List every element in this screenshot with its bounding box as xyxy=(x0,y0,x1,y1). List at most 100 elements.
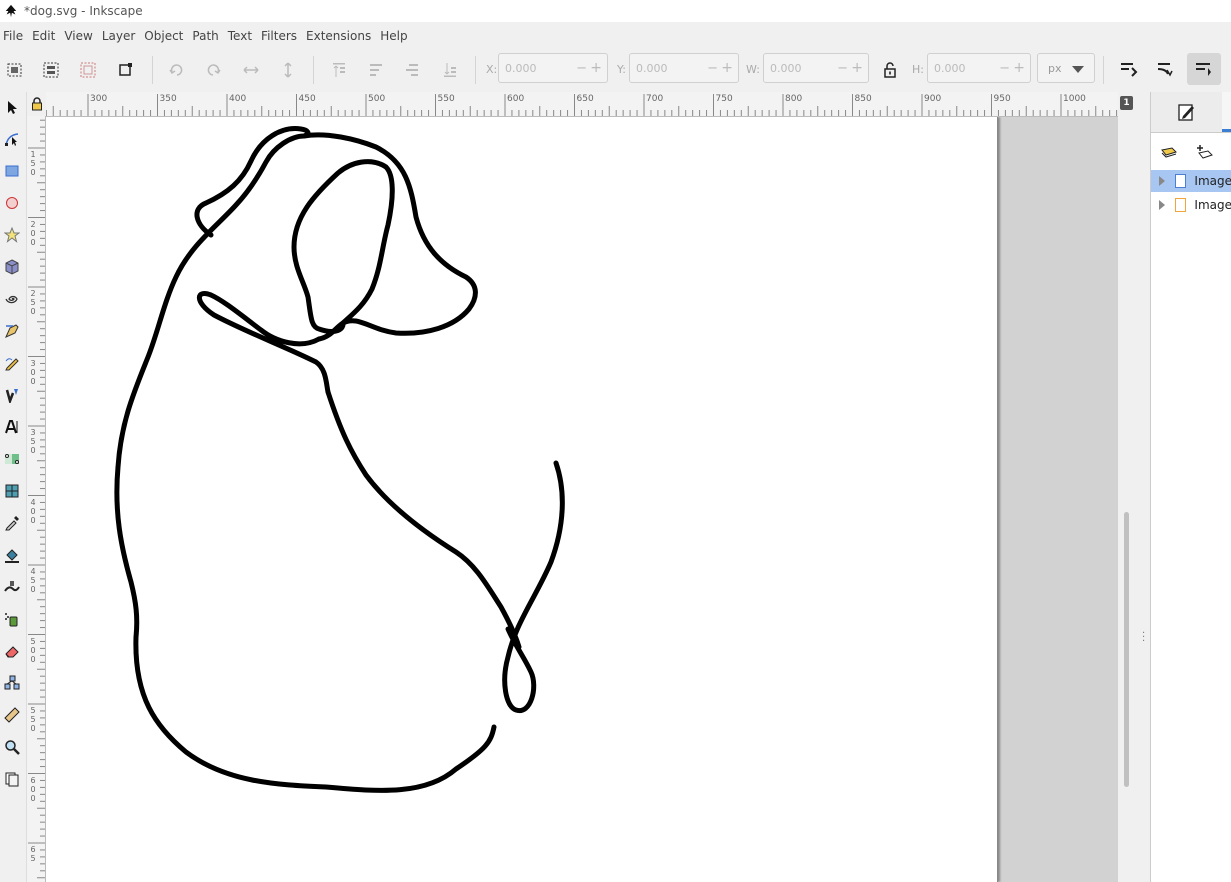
ruler-tick-label: 600 xyxy=(507,94,525,104)
w-increment[interactable]: + xyxy=(851,60,863,76)
ruler-tick-label: 550 xyxy=(437,94,455,104)
dropper-tool[interactable] xyxy=(1,510,23,536)
rectangle-tool[interactable] xyxy=(1,158,23,184)
raise-button[interactable] xyxy=(364,58,388,82)
ruler-tick-label: 900 xyxy=(924,94,942,104)
node-tool[interactable] xyxy=(1,126,23,152)
h-decrement[interactable]: − xyxy=(999,61,1010,76)
scrollbar-thumb[interactable] xyxy=(1124,512,1129,787)
pages-icon xyxy=(5,772,19,787)
ruler-tick-label: 700 xyxy=(646,94,664,104)
connector-tool[interactable] xyxy=(1,670,23,696)
menu-layer[interactable]: Layer xyxy=(100,29,141,43)
x-decrement[interactable]: − xyxy=(576,61,587,76)
expand-arrow-icon[interactable] xyxy=(1159,176,1165,186)
move-gradients-button[interactable] xyxy=(1187,53,1221,85)
guides-lock-button[interactable] xyxy=(27,92,46,116)
vertical-ruler[interactable]: 150 200 250 300 350 400 450 500 550 600 65 xyxy=(27,116,46,882)
pen-tool[interactable] xyxy=(1,318,23,344)
h-increment[interactable]: + xyxy=(1013,60,1025,76)
calligraphy-tool[interactable] xyxy=(1,382,23,408)
vertical-scrollbar[interactable]: 1 xyxy=(1118,92,1138,882)
lower-button[interactable] xyxy=(400,58,424,82)
unlocked-padlock-icon xyxy=(884,62,896,78)
pencil-icon xyxy=(5,358,19,371)
tab-layers-objects[interactable] xyxy=(1222,92,1231,132)
canvas[interactable] xyxy=(46,117,1118,882)
lower-to-bottom-button[interactable] xyxy=(438,58,462,82)
lock-proportions-button[interactable] xyxy=(878,58,902,82)
add-sublayer-button[interactable] xyxy=(1193,140,1217,164)
rotate-ccw-button[interactable] xyxy=(165,58,189,82)
dock-resize-handle[interactable]: · · · xyxy=(1138,92,1150,882)
ruler-tick-label: 450 xyxy=(30,567,36,594)
menu-edit[interactable]: Edit xyxy=(30,29,61,43)
ellipse-tool[interactable] xyxy=(1,190,23,216)
h-spinbox[interactable]: 0.000 − + xyxy=(927,53,1031,83)
3d-box-tool[interactable] xyxy=(1,254,23,280)
y-decrement[interactable]: − xyxy=(707,61,718,76)
rectangle-icon xyxy=(5,165,19,177)
page-number-badge[interactable]: 1 xyxy=(1120,96,1133,110)
zoom-tool[interactable] xyxy=(1,734,23,760)
tab-document-properties[interactable] xyxy=(1151,92,1221,132)
raise-to-top-button[interactable] xyxy=(327,58,351,82)
pages-tool[interactable] xyxy=(1,766,23,792)
selector-tool[interactable] xyxy=(1,94,23,120)
y-value: 0.000 xyxy=(636,62,668,75)
toolbar-separator xyxy=(313,56,314,84)
rotate-cw-button[interactable] xyxy=(201,58,225,82)
measure-tool[interactable] xyxy=(1,702,23,728)
eraser-tool[interactable] xyxy=(1,638,23,664)
expand-arrow-icon[interactable] xyxy=(1159,200,1165,210)
menu-file[interactable]: File xyxy=(1,29,29,43)
menu-extensions[interactable]: Extensions xyxy=(304,29,377,43)
star-tool[interactable] xyxy=(1,222,23,248)
tool-controls-bar: X: 0.000 − + Y: 0.000 − + W: 0.000 − + H… xyxy=(0,50,1231,90)
w-spinbox[interactable]: 0.000 − + xyxy=(763,53,869,83)
select-all-button[interactable] xyxy=(3,58,27,82)
mesh-tool[interactable] xyxy=(1,478,23,504)
menu-view[interactable]: View xyxy=(62,29,98,43)
dog-muzzle-outline xyxy=(301,132,478,342)
menu-filters[interactable]: Filters xyxy=(259,29,303,43)
circle-icon xyxy=(6,197,18,209)
move-gradients-icon xyxy=(1196,63,1211,76)
paint-bucket-tool[interactable] xyxy=(1,542,23,568)
x-increment[interactable]: + xyxy=(590,60,602,76)
units-dropdown[interactable]: px xyxy=(1037,53,1095,83)
flip-vertical-button[interactable] xyxy=(276,58,300,82)
menu-text[interactable]: Text xyxy=(226,29,258,43)
deselect-button[interactable] xyxy=(76,58,100,82)
text-icon xyxy=(5,420,18,434)
paint-bucket-icon xyxy=(5,549,19,563)
menu-object[interactable]: Object xyxy=(142,29,189,43)
ruler-tick-label: 300 xyxy=(30,358,36,386)
dog-line-drawing[interactable] xyxy=(46,117,997,882)
w-decrement[interactable]: − xyxy=(837,61,848,76)
transform-handles-button[interactable] xyxy=(113,58,137,82)
ruler-tick-label: 1000 xyxy=(1063,94,1086,104)
add-layer-button[interactable] xyxy=(1157,140,1181,164)
page[interactable] xyxy=(46,117,998,882)
horizontal-ruler[interactable]: 300 350 400 450 500 550 600 650 700 750 800 850 900 9… xyxy=(46,92,1118,117)
tweak-tool[interactable] xyxy=(1,574,23,600)
menu-path[interactable]: Path xyxy=(190,29,224,43)
scale-corners-button[interactable] xyxy=(1149,53,1183,85)
y-spinbox[interactable]: 0.000 − + xyxy=(629,53,739,83)
object-row-image-2[interactable]: Image xyxy=(1151,194,1231,216)
dog-ear-outline xyxy=(291,159,395,334)
object-row-image-1[interactable]: Image xyxy=(1151,170,1231,192)
x-spinbox[interactable]: 0.000 − + xyxy=(498,53,608,83)
select-all-layers-button[interactable] xyxy=(39,58,63,82)
flip-horizontal-button[interactable] xyxy=(239,58,263,82)
gradient-tool[interactable] xyxy=(1,446,23,472)
pencil-tool[interactable] xyxy=(1,350,23,376)
spray-tool[interactable] xyxy=(1,606,23,632)
spiral-tool[interactable] xyxy=(1,286,23,312)
menu-help[interactable]: Help xyxy=(378,29,413,43)
y-increment[interactable]: + xyxy=(721,60,733,76)
scale-stroke-button[interactable] xyxy=(1112,53,1146,85)
text-tool[interactable] xyxy=(1,414,23,440)
inkscape-logo-icon xyxy=(5,4,17,18)
